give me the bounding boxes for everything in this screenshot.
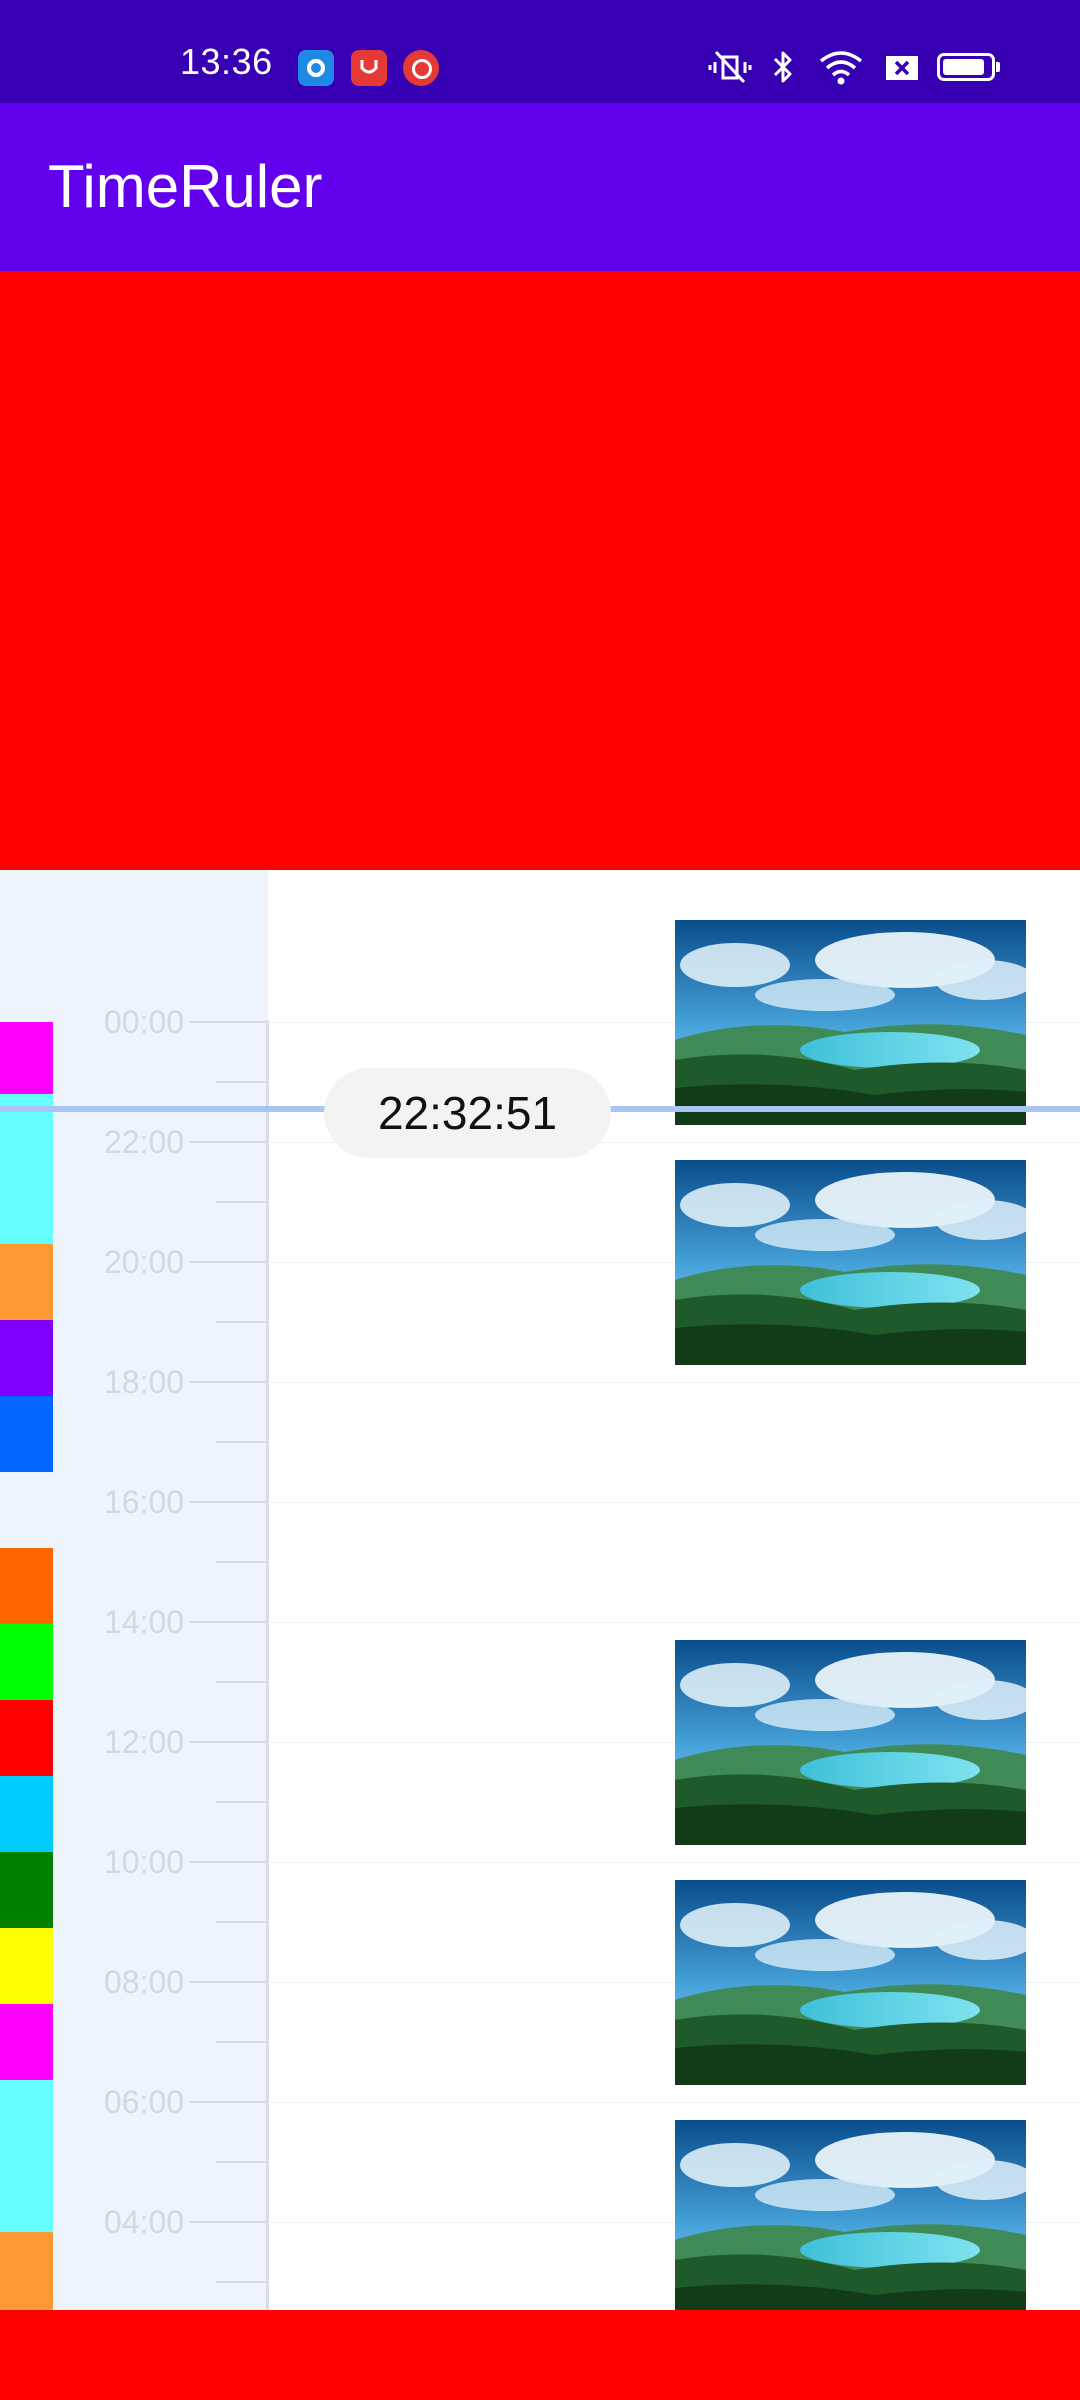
recording-segment[interactable]: [0, 1624, 53, 1700]
sim-x-icon: [886, 56, 918, 80]
hour-tick: [190, 1261, 268, 1263]
landscape-thumbnail[interactable]: [675, 1160, 1026, 1365]
hour-tick: [190, 1381, 268, 1383]
half-tick: [216, 1201, 268, 1203]
recording-segment[interactable]: [0, 1396, 53, 1472]
recording-segment[interactable]: [0, 2232, 53, 2310]
hour-label: 20:00: [104, 1244, 185, 1280]
app-bar: TimeRuler: [0, 103, 1080, 271]
recording-segment[interactable]: [0, 1928, 53, 2004]
red-app-icon: [351, 50, 387, 86]
hour-tick: [190, 1861, 268, 1863]
hour-tick: [190, 2221, 268, 2223]
music-app-icon: [403, 50, 439, 86]
hour-tick: [190, 1621, 268, 1623]
recording-segment[interactable]: [0, 1852, 53, 1928]
hour-tick: [190, 1021, 268, 1023]
recording-segment[interactable]: [0, 1244, 53, 1320]
landscape-thumbnail[interactable]: [675, 920, 1026, 1125]
hour-label: 06:00: [104, 2084, 185, 2120]
hour-tick: [190, 2101, 268, 2103]
half-tick: [216, 1081, 268, 1083]
hour-tick: [190, 1741, 268, 1743]
half-tick: [216, 1561, 268, 1563]
hour-label: 08:00: [104, 1964, 185, 2000]
bluetooth-icon: [773, 51, 792, 83]
ruler-axis-line: [266, 1020, 269, 2310]
time-ruler[interactable]: 00:00 22:00 20:00 18:00 16:00 14:00 12:00 10:00…: [0, 870, 1080, 2310]
recording-segment[interactable]: [0, 2004, 53, 2080]
status-bar: 13:36: [0, 0, 1080, 103]
hour-label: 00:00: [104, 1004, 185, 1040]
circle-app-icon: [298, 50, 334, 86]
hour-tick: [190, 1141, 268, 1143]
bottom-panel: [0, 2310, 1080, 2400]
hour-grid-line: [268, 2102, 1080, 2103]
hour-label: 22:00: [104, 1124, 185, 1160]
recording-segment[interactable]: [0, 1320, 53, 1396]
hour-tick: [190, 1981, 268, 1983]
recording-segment[interactable]: [0, 1776, 53, 1852]
recording-segment[interactable]: [0, 2080, 53, 2232]
half-tick: [216, 1921, 268, 1923]
vibrate-mute-icon: [708, 50, 752, 84]
hour-label: 18:00: [104, 1364, 185, 1400]
hour-grid-line: [268, 1862, 1080, 1863]
half-tick: [216, 2161, 268, 2163]
app-title: TimeRuler: [48, 153, 323, 220]
hour-label: 16:00: [104, 1484, 185, 1520]
video-preview: [0, 271, 1080, 870]
hour-label: 14:00: [104, 1604, 185, 1640]
landscape-thumbnail[interactable]: [675, 1880, 1026, 2085]
status-time: 13:36: [180, 41, 273, 82]
hour-grid-line: [268, 1502, 1080, 1503]
landscape-thumbnail[interactable]: [675, 2120, 1026, 2310]
recording-segment[interactable]: [0, 1548, 53, 1624]
hour-tick: [190, 1501, 268, 1503]
current-time-label: 22:32:51: [324, 1068, 611, 1158]
hour-label: 04:00: [104, 2204, 185, 2240]
recording-segment[interactable]: [0, 1700, 53, 1776]
half-tick: [216, 2041, 268, 2043]
battery-icon: [937, 53, 1000, 81]
half-tick: [216, 1801, 268, 1803]
half-tick: [216, 2281, 268, 2283]
hour-label: 10:00: [104, 1844, 185, 1880]
wifi-icon: [819, 51, 863, 85]
half-tick: [216, 1321, 268, 1323]
half-tick: [216, 1441, 268, 1443]
recording-segment[interactable]: [0, 1094, 53, 1244]
hour-grid-line: [268, 1382, 1080, 1383]
hour-grid-line: [268, 1622, 1080, 1623]
hour-label: 12:00: [104, 1724, 185, 1760]
landscape-thumbnail[interactable]: [675, 1640, 1026, 1845]
recording-segment[interactable]: [0, 1022, 53, 1094]
half-tick: [216, 1681, 268, 1683]
